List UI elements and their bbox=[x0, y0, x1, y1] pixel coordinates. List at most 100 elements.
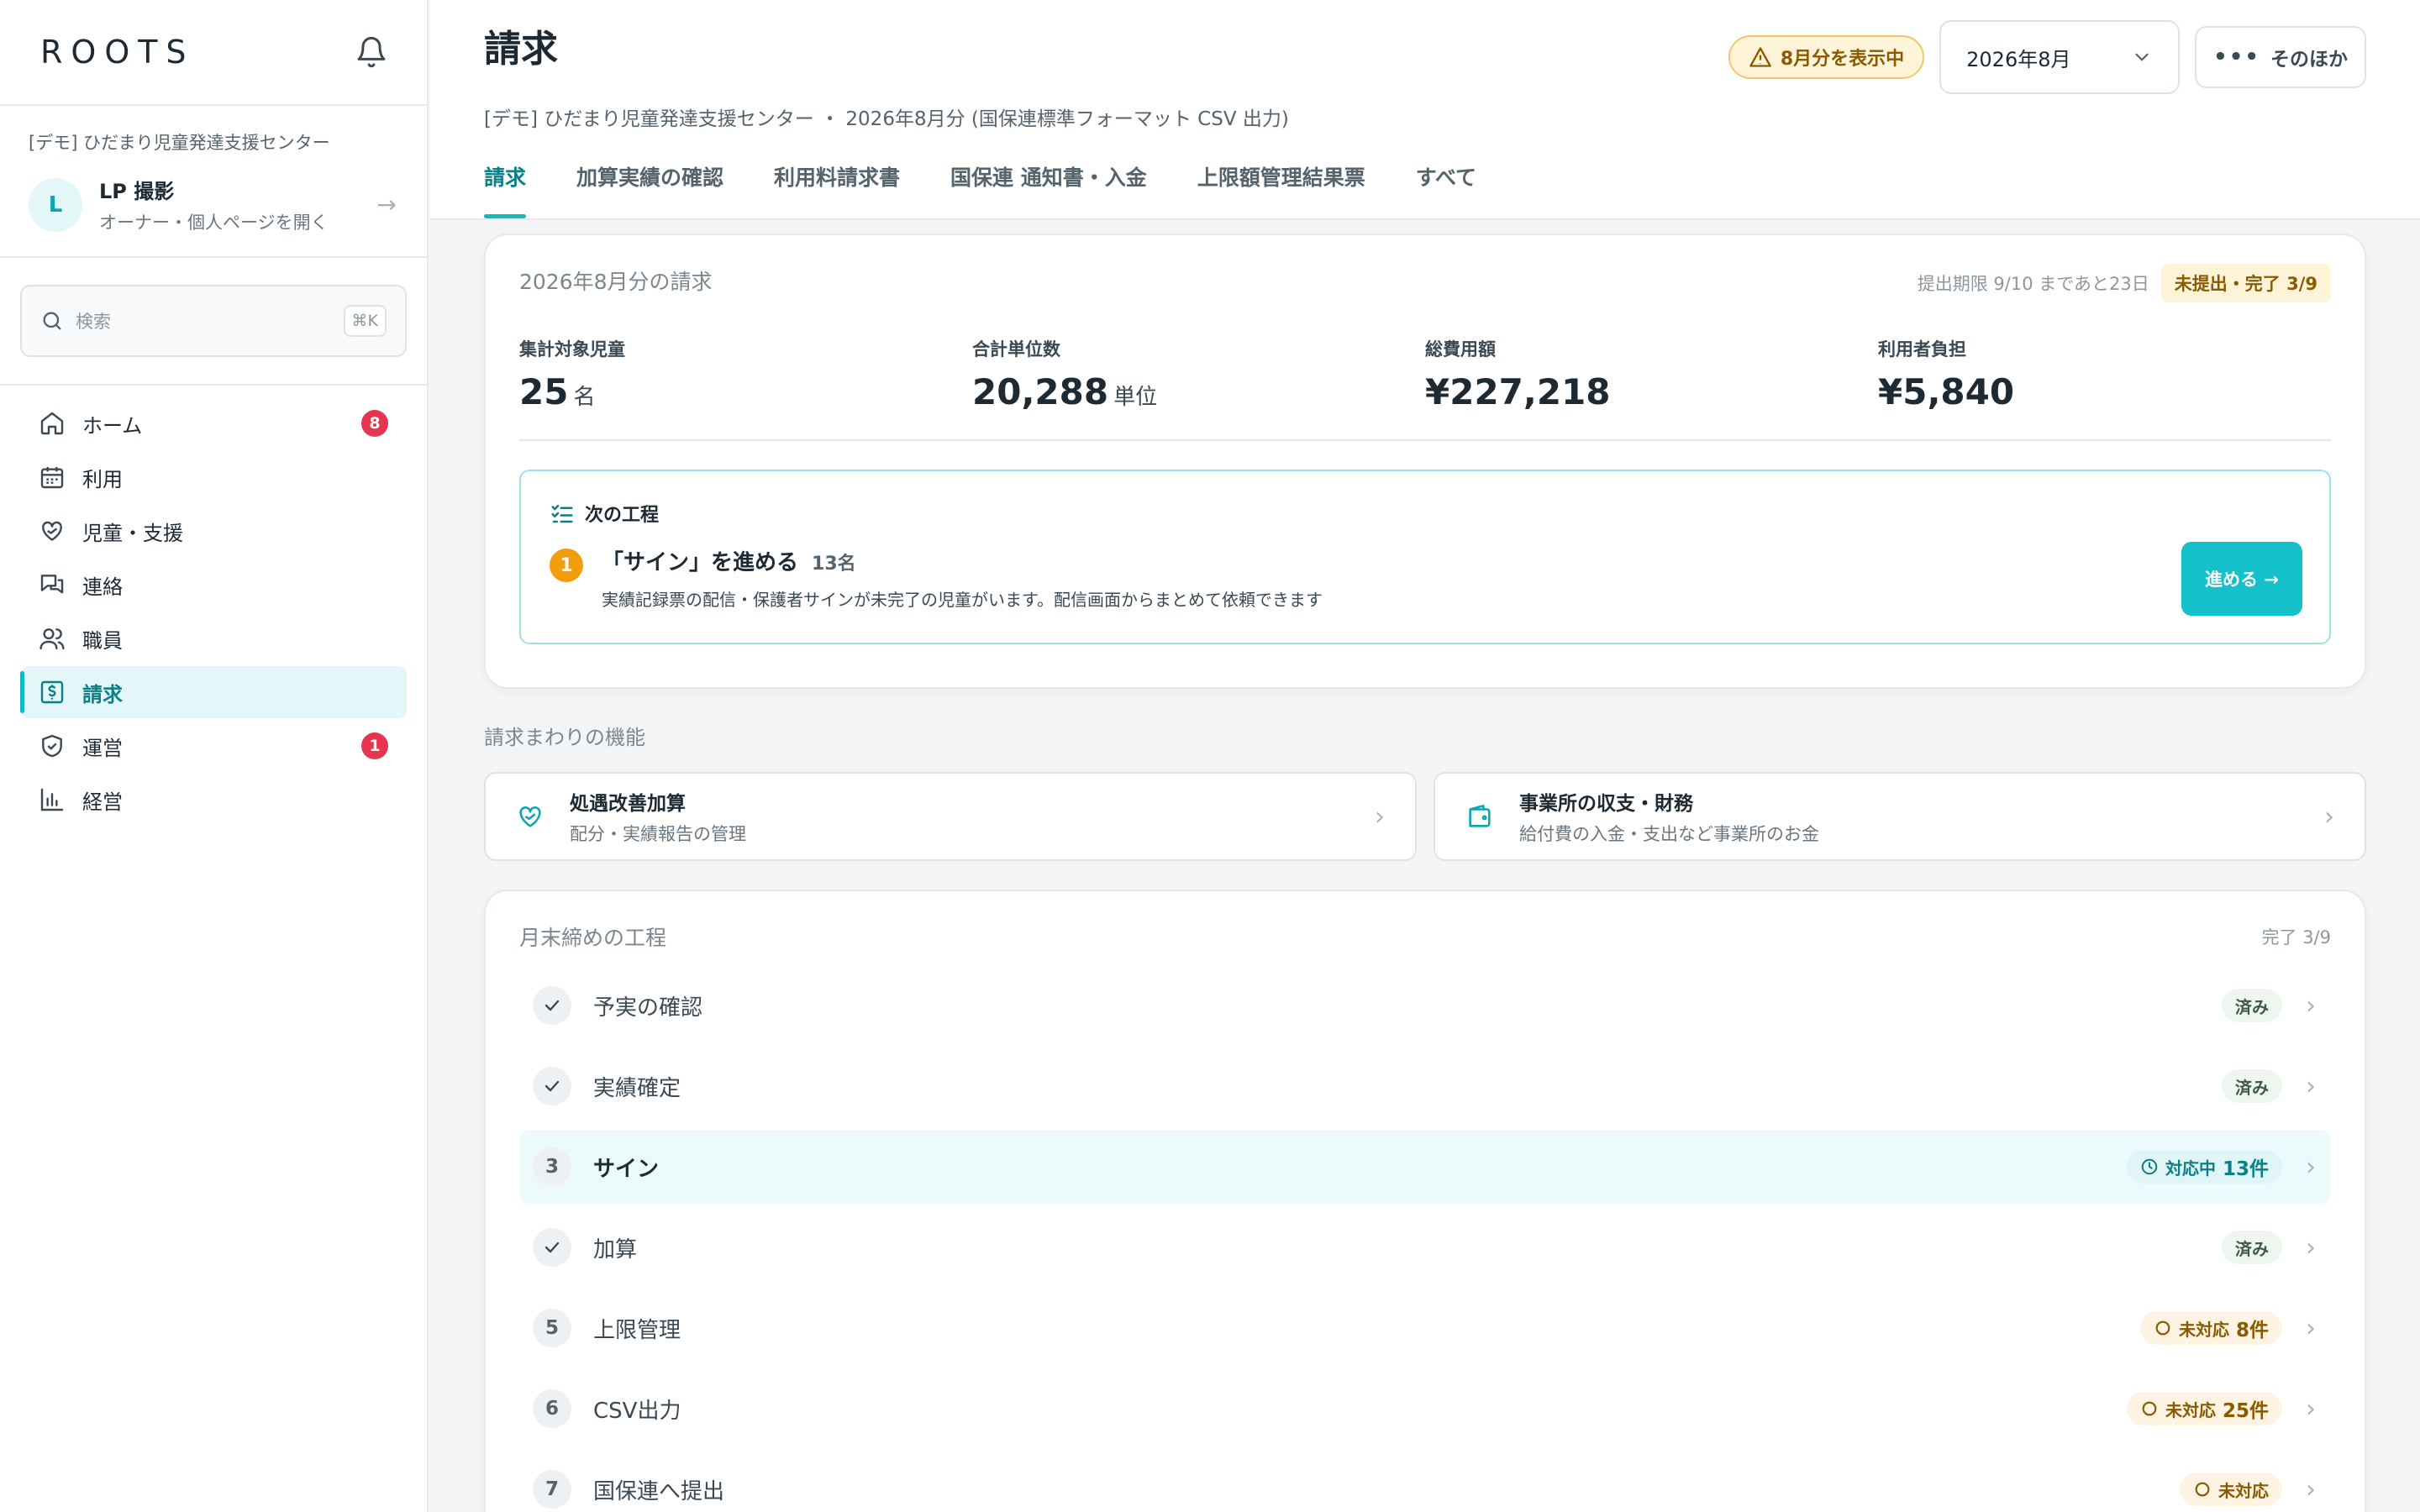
feature-subtitle: 配分・実績報告の管理 bbox=[570, 824, 746, 844]
circle-icon bbox=[2195, 1482, 2210, 1497]
tab-all[interactable]: すべて bbox=[1391, 161, 1502, 218]
step-marker bbox=[533, 986, 571, 1025]
step-marker bbox=[533, 1228, 571, 1267]
step-status-text: 未対応 bbox=[2165, 1399, 2216, 1420]
flow-step-row[interactable]: 7 国保連へ提出 未対応 › bbox=[519, 1452, 2331, 1512]
sidebar-item-label: 経営 bbox=[82, 790, 123, 814]
stat-value: 20,288 bbox=[972, 371, 1109, 412]
sidebar-item-label: ホーム bbox=[82, 413, 143, 438]
flow-step-row[interactable]: 6 CSV出力 未対応 25件 › bbox=[519, 1372, 2331, 1446]
stat-unit: 単位 bbox=[1113, 385, 1158, 410]
feature-treatment-improvement[interactable]: 処遇改善加算 配分・実績報告の管理 › bbox=[484, 772, 1417, 861]
sidebar-item-label: 児童・支援 bbox=[82, 521, 183, 545]
sidebar-item-label: 連絡 bbox=[82, 575, 123, 599]
page-subtitle: [デモ] ひだまり児童発達支援センター ・ 2026年8月分 (国保連標準フォー… bbox=[484, 108, 1289, 130]
main-area: 請求 [デモ] ひだまり児童発達支援センター ・ 2026年8月分 (国保連標準… bbox=[430, 0, 2420, 1512]
step-number: 3 bbox=[544, 1156, 559, 1178]
flow-card-title: 月末締めの工程 bbox=[519, 926, 667, 950]
clock-icon bbox=[2141, 1158, 2158, 1175]
next-step-title: 「サイン」を進める bbox=[602, 550, 799, 575]
content: 2026年8月分の請求 提出期限 9/10 まであと23日 未提出・完了 3/9… bbox=[484, 234, 2366, 1512]
feature-links: 処遇改善加算 配分・実績報告の管理 › 事業所の収支・財務 給付費の入金・支出な… bbox=[484, 772, 2366, 861]
app-logo[interactable]: ROOTS bbox=[40, 34, 195, 71]
month-end-flow-card: 月末締めの工程 完了 3/9 予実の確認 済み › 実績確定 済み › 3 サイン 対応中 13件… bbox=[484, 890, 2366, 1512]
step-count: 13件 bbox=[2222, 1158, 2269, 1180]
user-profile-link[interactable]: L LP 撮影 オーナー・個人ページを開く → bbox=[29, 175, 398, 234]
step-label: 国保連へ提出 bbox=[593, 1478, 725, 1504]
more-button[interactable]: ••• そのほか bbox=[2195, 26, 2366, 88]
stat-label: 集計対象児童 bbox=[519, 339, 625, 360]
flow-step-row[interactable]: 実績確定 済み › bbox=[519, 1049, 2331, 1123]
notification-badge: 8 bbox=[361, 410, 388, 437]
chevron-right-icon: › bbox=[2324, 801, 2334, 832]
step-marker: 6 bbox=[533, 1389, 571, 1428]
sidebar-item-operations[interactable]: 運営 1 bbox=[20, 720, 407, 772]
step-status-badge: 済み bbox=[2222, 1069, 2282, 1103]
stat-value: ¥5,840 bbox=[1878, 371, 2015, 412]
next-step-heading: 次の工程 bbox=[585, 505, 660, 526]
sidebar-item-label: 請求 bbox=[82, 682, 123, 706]
chevron-right-icon: › bbox=[2306, 990, 2316, 1021]
month-select-value: 2026年8月 bbox=[1966, 47, 2071, 71]
stat-value: 25 bbox=[519, 371, 569, 412]
sidebar-item-messages[interactable]: 連絡 bbox=[20, 559, 407, 611]
features-section-label: 請求まわりの機能 bbox=[484, 726, 645, 749]
tab-addition-check[interactable]: 加算実績の確認 bbox=[551, 161, 749, 218]
sidebar-item-staff[interactable]: 職員 bbox=[20, 612, 407, 664]
month-select[interactable]: 2026年8月 bbox=[1939, 20, 2181, 94]
sidebar: ROOTS [デモ] ひだまり児童発達支援センター L LP 撮影 オーナー・個… bbox=[0, 0, 429, 1512]
step-number: 5 bbox=[544, 1317, 559, 1339]
stat-label: 利用者負担 bbox=[1878, 339, 1966, 360]
submission-deadline: 提出期限 9/10 まであと23日 bbox=[1917, 274, 2149, 294]
flow-step-row[interactable]: 予実の確認 済み › bbox=[519, 969, 2331, 1042]
search-input[interactable]: 検索 ⌘K bbox=[20, 285, 407, 357]
step-label: CSV出力 bbox=[593, 1398, 681, 1424]
chevron-right-icon: › bbox=[2306, 1474, 2316, 1504]
sidebar-item-management[interactable]: 経営 bbox=[20, 774, 407, 826]
tab-billing[interactable]: 請求 bbox=[459, 161, 551, 218]
sidebar-item-billing[interactable]: 請求 bbox=[20, 666, 407, 718]
page-header: 請求 [デモ] ひだまり児童発達支援センター ・ 2026年8月分 (国保連標準… bbox=[430, 0, 2420, 220]
step-status-text: 未対応 bbox=[2218, 1480, 2269, 1501]
step-number: 7 bbox=[544, 1478, 559, 1500]
calendar-icon bbox=[40, 467, 64, 489]
feature-title: 事業所の収支・財務 bbox=[1519, 793, 1693, 815]
tab-cap-management[interactable]: 上限額管理結果票 bbox=[1172, 161, 1391, 218]
billing-stats: 集計対象児童 25 名 合計単位数 20,288 単位 総費用額 ¥227,218 … bbox=[519, 336, 2331, 441]
step-status-text: 対応中 bbox=[2165, 1158, 2216, 1179]
sidebar-nav: ホーム 8 利用 児童・支援 連絡 職員 請求 運営 1 経営 bbox=[0, 386, 427, 839]
flow-step-row[interactable]: 3 サイン 対応中 13件 › bbox=[519, 1130, 2331, 1204]
sidebar-item-children[interactable]: 児童・支援 bbox=[20, 505, 407, 557]
feature-finance[interactable]: 事業所の収支・財務 給付費の入金・支出など事業所のお金 › bbox=[1434, 772, 2366, 861]
chevron-right-icon: › bbox=[1375, 801, 1385, 832]
users-icon bbox=[39, 628, 65, 650]
user-subtitle: オーナー・個人ページを開く bbox=[99, 213, 329, 233]
tab-kokuhoren-notice[interactable]: 国保連 通知書・入金 bbox=[925, 161, 1172, 218]
user-name: LP 撮影 bbox=[99, 180, 175, 203]
step-label: サイン bbox=[593, 1156, 660, 1182]
step-marker: 5 bbox=[533, 1309, 571, 1347]
stat-user-burden: 利用者負担 ¥5,840 bbox=[1878, 336, 2331, 412]
sidebar-item-label: 職員 bbox=[82, 628, 123, 653]
step-status-badge: 済み bbox=[2222, 1231, 2282, 1264]
sidebar-item-home[interactable]: ホーム 8 bbox=[20, 397, 407, 449]
stat-children: 集計対象児童 25 名 bbox=[519, 336, 972, 412]
stat-unit: 名 bbox=[573, 385, 596, 410]
chevron-right-icon: › bbox=[2306, 1152, 2316, 1182]
proceed-button[interactable]: 進める → bbox=[2181, 542, 2302, 616]
tab-fee-invoice[interactable]: 利用料請求書 bbox=[749, 161, 925, 218]
shield-icon bbox=[42, 734, 62, 758]
more-button-label: そのほか bbox=[2270, 49, 2348, 71]
org-section: [デモ] ひだまり児童発達支援センター L LP 撮影 オーナー・個人ページを開… bbox=[0, 106, 427, 258]
flow-step-row[interactable]: 5 上限管理 未対応 8件 › bbox=[519, 1291, 2331, 1365]
bell-icon[interactable] bbox=[355, 35, 388, 69]
next-step-box: 次の工程 1 「サイン」を進める 13名 実績記録票の配信・保護者サインが未完了の… bbox=[519, 470, 2331, 644]
chevron-right-icon: › bbox=[2306, 1394, 2316, 1424]
feature-subtitle: 給付費の入金・支出など事業所のお金 bbox=[1519, 824, 1819, 844]
flow-step-row[interactable]: 加算 済み › bbox=[519, 1210, 2331, 1284]
sidebar-header: ROOTS bbox=[0, 0, 427, 106]
step-marker bbox=[533, 1067, 571, 1105]
step-status-text: 済み bbox=[2235, 1077, 2269, 1098]
step-label: 予実の確認 bbox=[593, 995, 703, 1021]
sidebar-item-usage[interactable]: 利用 bbox=[20, 451, 407, 503]
